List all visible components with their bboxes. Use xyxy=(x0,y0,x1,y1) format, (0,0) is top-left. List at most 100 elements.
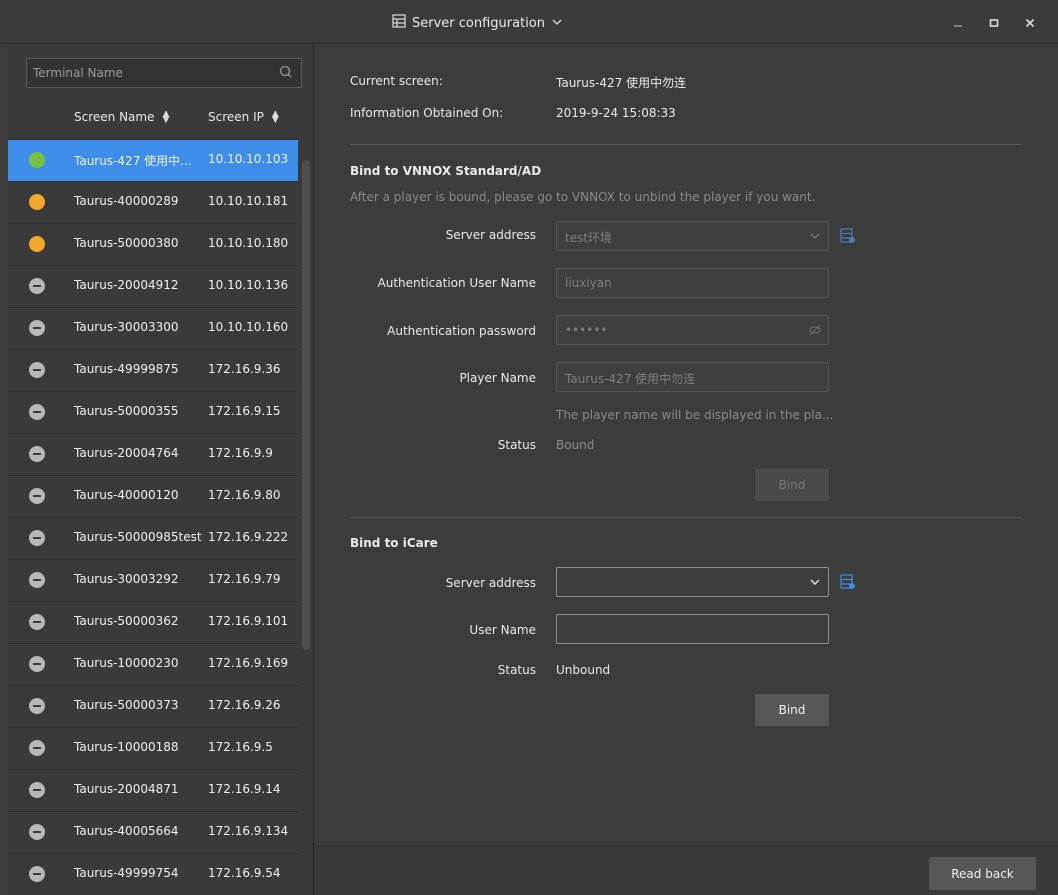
vnnox-bind-button[interactable]: Bind xyxy=(755,469,829,501)
table-row[interactable]: Taurus-20004912 10.10.10.136 xyxy=(8,266,298,308)
table-row[interactable]: Taurus-427 使用中... 10.10.10.103 xyxy=(8,140,298,182)
screen-name-cell: Taurus-50000985test xyxy=(74,530,202,544)
table-row[interactable]: Taurus-49999754 172.16.9.54 xyxy=(8,854,298,895)
close-button[interactable] xyxy=(1019,12,1041,34)
eye-off-icon[interactable] xyxy=(808,323,822,341)
icare-user-field[interactable] xyxy=(556,614,829,644)
screen-name-cell: Taurus-50000380 xyxy=(74,236,179,250)
screen-ip-cell: 172.16.9.101 xyxy=(208,614,289,628)
footer-bar: Read back xyxy=(315,846,1058,895)
status-gray-icon xyxy=(29,740,45,756)
screen-name-cell: Taurus-50000362 xyxy=(74,614,179,628)
screen-ip-cell: 172.16.9.169 xyxy=(208,656,289,670)
table-row[interactable]: Taurus-49999875 172.16.9.36 xyxy=(8,350,298,392)
status-gray-icon xyxy=(29,698,45,714)
column-header-screen-ip[interactable]: Screen IP ▲ ▼ xyxy=(208,110,279,125)
vnnox-user-label: Authentication User Name xyxy=(377,276,536,290)
table-row[interactable]: Taurus-40000120 172.16.9.80 xyxy=(8,476,298,518)
icare-server-label: Server address xyxy=(445,576,536,590)
chevron-down-icon xyxy=(808,573,822,591)
search-box xyxy=(26,58,302,88)
vnnox-note: After a player is bound, please go to VN… xyxy=(350,190,816,204)
icare-status-value: Unbound xyxy=(556,663,611,677)
vnnox-password-label: Authentication password xyxy=(387,324,536,338)
minimize-button[interactable] xyxy=(947,12,969,34)
screen-name-cell: Taurus-20004764 xyxy=(74,446,179,460)
obtained-value: 2019-9-24 15:08:33 xyxy=(556,106,676,120)
screen-name-cell: Taurus-10000188 xyxy=(74,740,179,754)
table-row[interactable]: Taurus-30003292 172.16.9.79 xyxy=(8,560,298,602)
chevron-down-icon xyxy=(551,16,563,31)
status-orange-icon xyxy=(29,194,45,210)
screen-ip-cell: 172.16.9.80 xyxy=(208,488,281,502)
screen-name-cell: Taurus-10000230 xyxy=(74,656,179,670)
icare-bind-button[interactable]: Bind xyxy=(755,694,829,726)
table-row[interactable]: Taurus-40005664 172.16.9.134 xyxy=(8,812,298,854)
screen-name-cell: Taurus-20004912 xyxy=(74,278,179,292)
table-row[interactable]: Taurus-50000380 10.10.10.180 xyxy=(8,224,298,266)
screen-name-cell: Taurus-40000289 xyxy=(74,194,179,208)
vnnox-user-field[interactable]: liuxiyan xyxy=(556,268,829,298)
screen-ip-cell: 172.16.9.15 xyxy=(208,404,281,418)
status-gray-icon xyxy=(29,824,45,840)
title-bar: Server configuration xyxy=(0,0,1058,44)
screen-name-cell: Taurus-30003292 xyxy=(74,572,179,586)
table-row[interactable]: Taurus-50000985test 172.16.9.222 xyxy=(8,518,298,560)
current-screen-label: Current screen: xyxy=(350,74,443,88)
table-row[interactable]: Taurus-50000362 172.16.9.101 xyxy=(8,602,298,644)
table-row[interactable]: Taurus-20004764 172.16.9.9 xyxy=(8,434,298,476)
status-gray-icon xyxy=(29,656,45,672)
search-input[interactable] xyxy=(27,59,267,87)
search-icon[interactable] xyxy=(277,63,295,81)
screen-name-cell: Taurus-40000120 xyxy=(74,488,179,502)
chevron-down-icon xyxy=(808,227,822,245)
status-gray-icon xyxy=(29,278,45,294)
sort-icon: ▲ ▼ xyxy=(162,109,170,125)
status-gray-icon xyxy=(29,530,45,546)
window-title-dropdown[interactable]: Server configuration xyxy=(392,12,563,34)
table-row[interactable]: Taurus-10000188 172.16.9.5 xyxy=(8,728,298,770)
icare-user-label: User Name xyxy=(469,623,536,637)
vnnox-player-hint: The player name will be displayed in the… xyxy=(556,408,834,422)
column-header-screen-name[interactable]: Screen Name ▲ ▼ xyxy=(74,109,170,125)
status-green-icon xyxy=(29,152,45,168)
status-orange-icon xyxy=(29,236,45,252)
table-row[interactable]: Taurus-40000289 10.10.10.181 xyxy=(8,182,298,224)
screen-list: Taurus-427 使用中... 10.10.10.103 Taurus-4000… xyxy=(8,140,298,895)
server-settings-icon[interactable] xyxy=(839,227,857,245)
vnnox-server-select[interactable]: test环境 xyxy=(556,221,829,251)
status-gray-icon xyxy=(29,404,45,420)
vnnox-password-field[interactable]: •••••• xyxy=(556,315,829,345)
config-panel: Current screen: Taurus-427 使用中勿连 Informa… xyxy=(315,44,1058,846)
icare-status-label: Status xyxy=(497,663,536,677)
screen-ip-cell: 172.16.9.9 xyxy=(208,446,273,460)
screen-ip-cell: 10.10.10.181 xyxy=(208,194,289,208)
screen-ip-cell: 172.16.9.134 xyxy=(208,824,289,838)
scrollbar[interactable] xyxy=(301,96,311,895)
screen-name-cell: Taurus-20004871 xyxy=(74,782,179,796)
vnnox-server-label: Server address xyxy=(445,228,536,242)
scrollbar-thumb[interactable] xyxy=(302,160,310,650)
icare-heading: Bind to iCare xyxy=(350,536,438,550)
vnnox-heading: Bind to VNNOX Standard/AD xyxy=(350,164,542,178)
table-row[interactable]: Taurus-20004871 172.16.9.14 xyxy=(8,770,298,812)
read-back-button[interactable]: Read back xyxy=(929,857,1036,890)
window-title: Server configuration xyxy=(412,15,545,31)
server-settings-icon[interactable] xyxy=(839,573,857,591)
vnnox-status-value: Bound xyxy=(556,438,595,452)
table-header: Screen Name ▲ ▼ Screen IP ▲ ▼ xyxy=(8,96,298,140)
table-row[interactable]: Taurus-30003300 10.10.10.160 xyxy=(8,308,298,350)
vnnox-status-label: Status xyxy=(497,438,536,452)
icare-server-select[interactable] xyxy=(556,567,829,597)
status-gray-icon xyxy=(29,572,45,588)
screen-ip-cell: 172.16.9.14 xyxy=(208,782,281,796)
status-gray-icon xyxy=(29,362,45,378)
maximize-button[interactable] xyxy=(983,12,1005,34)
status-gray-icon xyxy=(29,782,45,798)
screen-ip-cell: 10.10.10.103 xyxy=(208,152,289,166)
obtained-label: Information Obtained On: xyxy=(350,106,504,120)
vnnox-player-field[interactable]: Taurus-427 使用中勿连 xyxy=(556,362,829,392)
table-row[interactable]: Taurus-50000355 172.16.9.15 xyxy=(8,392,298,434)
table-row[interactable]: Taurus-10000230 172.16.9.169 xyxy=(8,644,298,686)
table-row[interactable]: Taurus-50000373 172.16.9.26 xyxy=(8,686,298,728)
